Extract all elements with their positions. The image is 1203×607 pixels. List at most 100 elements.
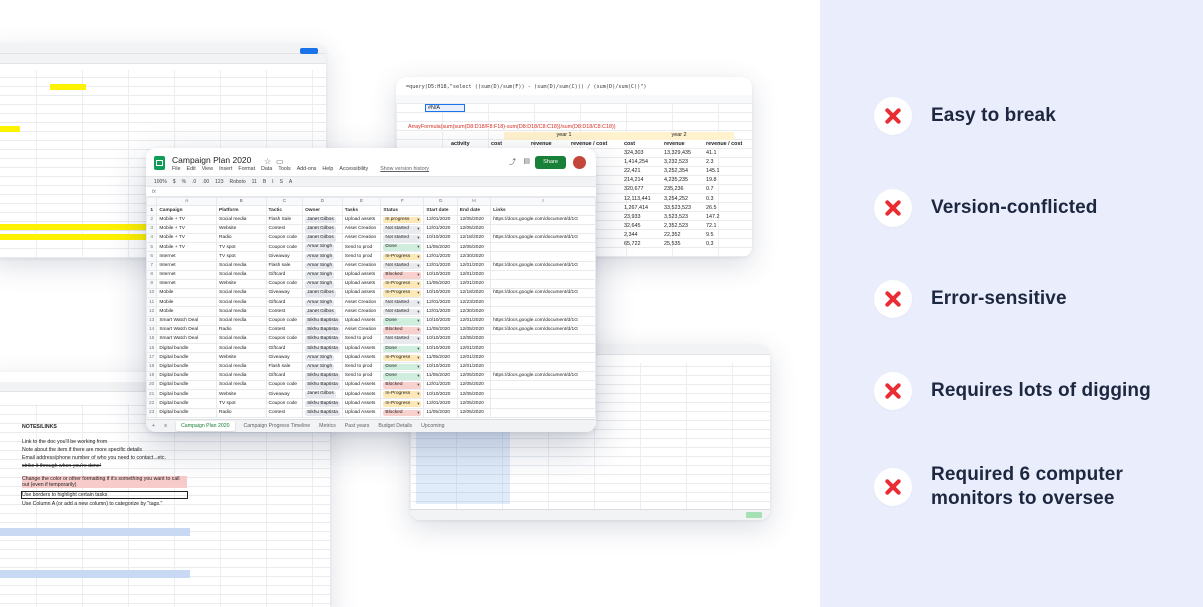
table-cell[interactable]: Contest — [265, 324, 304, 336]
table-cell[interactable]: Amar Singh — [302, 251, 343, 262]
toolbar-item[interactable]: B — [263, 179, 266, 185]
table-cell[interactable]: Upload Assets — [341, 407, 382, 418]
toolbar-item[interactable]: S — [280, 179, 283, 185]
formula-cell[interactable]: 0.7 — [706, 186, 714, 192]
status-dropdown[interactable]: Done — [383, 363, 422, 371]
formula-bar[interactable]: =query(D5:H18,"select ((sum(D)/sum(F)) -… — [406, 84, 646, 90]
header-cell[interactable]: Links — [490, 205, 596, 216]
table-cell[interactable]: Radio — [216, 407, 267, 418]
table-cell[interactable]: Upload Assets — [341, 315, 382, 326]
table-cell[interactable]: 12/01/2020 — [456, 361, 492, 372]
header-cell[interactable]: Tactic — [265, 205, 304, 216]
formula-cell[interactable]: 147.2 — [706, 214, 720, 220]
row-number[interactable]: 6 — [146, 251, 158, 262]
table-cell[interactable]: Social media — [216, 214, 267, 225]
table-cell[interactable]: Digital bundle — [156, 389, 218, 400]
row-number[interactable]: 13 — [146, 315, 158, 326]
formula-cell[interactable]: 25,535 — [664, 241, 681, 247]
table-cell[interactable]: Giftcard — [265, 269, 304, 280]
table-cell[interactable]: 12/05/2020 — [456, 214, 492, 225]
row-number[interactable]: 19 — [146, 370, 158, 381]
link-cell[interactable] — [490, 278, 596, 290]
table-cell[interactable]: In-Progress — [380, 251, 425, 262]
table-cell[interactable]: Smart Watch Deal — [156, 334, 218, 345]
table-cell[interactable]: Sikhu Baptista — [302, 343, 343, 354]
table-cell[interactable]: 10/10/2020 — [423, 334, 458, 345]
menu-item-add-ons[interactable]: Add-ons — [297, 166, 317, 172]
link-cell[interactable]: https://docs.google.com/document/d/1G — [490, 370, 596, 381]
table-cell[interactable]: 12/05/2020 — [456, 334, 492, 345]
column-header[interactable]: B — [216, 196, 267, 207]
menu-item-help[interactable]: Help — [322, 166, 333, 172]
row-number[interactable]: 12 — [146, 306, 158, 317]
table-cell[interactable]: Amar Singh — [302, 269, 343, 280]
table-cell[interactable]: Coupon code — [265, 398, 304, 409]
status-dropdown[interactable]: Done — [383, 317, 422, 325]
table-cell[interactable]: Giftcard — [265, 343, 304, 354]
row-number[interactable]: 5 — [146, 242, 158, 253]
table-cell[interactable]: Blocked — [380, 379, 425, 391]
table-cell[interactable]: Coupon code — [265, 379, 304, 391]
array-formula-cell[interactable]: ArrayFormula(sum(sum(D8:D18/F8:F18)-sum(… — [408, 124, 616, 130]
table-cell[interactable]: Done — [380, 242, 425, 253]
table-cell[interactable]: 11/05/2020 — [423, 370, 458, 381]
table-cell[interactable]: 12/05/2020 — [456, 379, 492, 391]
table-cell[interactable]: 12/05/2020 — [456, 324, 492, 336]
note-line[interactable]: Email address/phone number of who you ne… — [22, 455, 166, 461]
table-cell[interactable]: Done — [380, 370, 425, 381]
table-cell[interactable]: Amar Singh — [302, 361, 343, 372]
formula-cell[interactable]: 13,329,435 — [664, 150, 691, 156]
formula-cell[interactable]: 2.3 — [706, 159, 714, 165]
formula-cell[interactable]: 3,523,523 — [664, 214, 688, 220]
table-cell[interactable]: Giveaway — [265, 352, 304, 363]
table-cell[interactable]: Amar Singh — [302, 260, 343, 271]
formula-cell[interactable]: 235,236 — [664, 186, 684, 192]
table-cell[interactable]: Upload assets — [341, 269, 382, 280]
row-number[interactable]: 9 — [146, 278, 158, 290]
sheet-tab[interactable]: Upcoming — [421, 423, 444, 429]
table-cell[interactable]: Social media — [216, 370, 267, 381]
table-cell[interactable]: Send to prod — [341, 334, 382, 345]
status-dropdown[interactable]: Not started — [383, 235, 422, 242]
table-cell[interactable]: Giveaway — [265, 389, 304, 400]
table-cell[interactable]: Digital bundle — [156, 379, 218, 391]
formula-cell[interactable]: 32,645 — [624, 223, 641, 229]
status-dropdown[interactable]: In-Progress — [383, 400, 422, 408]
toolbar-item[interactable]: 11 — [252, 179, 257, 185]
table-cell[interactable]: 10/10/2020 — [423, 343, 458, 354]
status-dropdown[interactable]: In-Progress — [383, 354, 422, 362]
status-dropdown[interactable]: Not started — [383, 262, 422, 270]
table-cell[interactable]: Digital bundle — [156, 370, 218, 381]
header-cell[interactable]: Tasks — [341, 205, 382, 216]
link-cell[interactable] — [490, 379, 596, 391]
table-cell[interactable]: In-Progress — [380, 288, 425, 299]
note-line[interactable]: Note about the item if there are more sp… — [22, 447, 142, 453]
table-cell[interactable]: Not started — [380, 232, 425, 244]
table-cell[interactable]: Janet Gilbos — [302, 306, 343, 317]
table-cell[interactable]: 10/10/2020 — [423, 315, 458, 326]
table-cell[interactable]: Asset Creation — [341, 232, 382, 244]
table-cell[interactable]: Giveaway — [265, 288, 304, 299]
formula-cell[interactable]: 22,352 — [664, 232, 681, 238]
formula-cell[interactable]: 19.8 — [706, 177, 717, 183]
formula-cell[interactable]: 72.1 — [706, 223, 717, 229]
row-number[interactable]: 11 — [146, 297, 158, 308]
table-cell[interactable]: Contest — [265, 407, 304, 418]
table-cell[interactable]: 10/10/2020 — [423, 232, 458, 244]
status-dropdown[interactable]: Not started — [383, 308, 422, 316]
table-cell[interactable]: Giftcard — [265, 370, 304, 381]
table-cell[interactable]: Mobile + TV — [156, 214, 218, 225]
toolbar-item[interactable]: 123 — [215, 179, 223, 185]
table-cell[interactable]: 10/10/2020 — [423, 389, 458, 400]
row-number[interactable]: 3 — [146, 223, 158, 234]
table-cell[interactable]: Upload assets — [341, 214, 382, 225]
table-cell[interactable]: 12/01/2020 — [423, 251, 458, 262]
table-cell[interactable]: Flash sale — [265, 361, 304, 372]
menu-item-insert[interactable]: Insert — [219, 166, 232, 172]
link-cell[interactable] — [490, 334, 596, 345]
table-cell[interactable]: Giveaway — [265, 251, 304, 262]
table-cell[interactable]: Digital bundle — [156, 361, 218, 372]
table-cell[interactable]: 12/18/2020 — [456, 288, 492, 299]
table-cell[interactable]: Flash sale — [265, 260, 304, 271]
table-cell[interactable]: 11/05/2020 — [423, 407, 458, 418]
